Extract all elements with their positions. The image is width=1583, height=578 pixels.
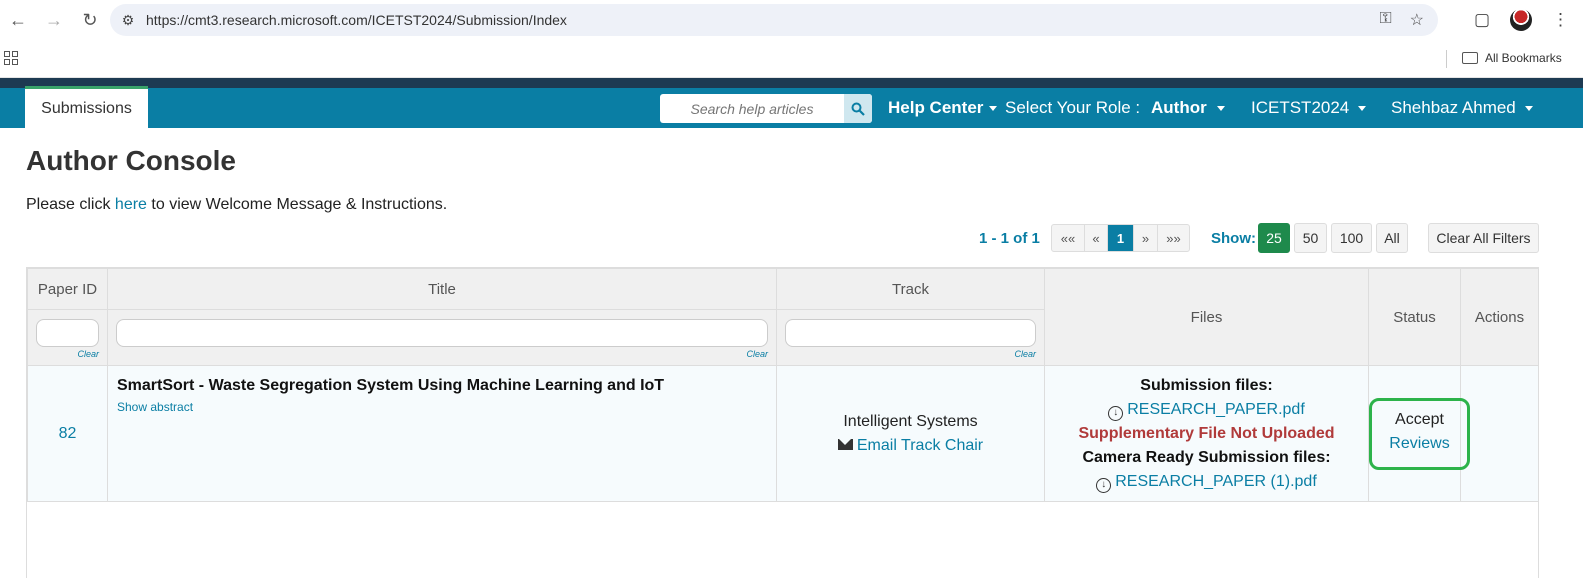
- header-actions: Actions: [1460, 268, 1539, 366]
- password-key-icon[interactable]: ⚿: [1379, 10, 1391, 30]
- user-name: Shehbaz Ahmed: [1391, 98, 1516, 117]
- header-paper-id[interactable]: Paper ID: [27, 268, 108, 310]
- status-highlight: Accept Reviews: [1369, 397, 1470, 470]
- files-cell: Submission files: ↓ RESEARCH_PAPER.pdf Su…: [1044, 365, 1369, 502]
- all-bookmarks-label: All Bookmarks: [1485, 51, 1562, 65]
- folder-icon: [1462, 52, 1478, 64]
- extensions-icon[interactable]: ▢: [1474, 10, 1490, 30]
- submission-file[interactable]: ↓ RESEARCH_PAPER.pdf: [1045, 398, 1368, 422]
- back-arrow-icon[interactable]: ←: [0, 0, 36, 40]
- status-value: Accept: [1395, 410, 1444, 428]
- menu-dots-icon[interactable]: ⋮: [1552, 10, 1569, 30]
- filter-track: Clear: [776, 309, 1045, 366]
- header-strip: [0, 78, 1583, 88]
- bookmark-star-icon[interactable]: ☆: [1410, 10, 1424, 30]
- reload-icon[interactable]: ↻: [72, 0, 108, 40]
- page-size-all[interactable]: All: [1376, 223, 1408, 253]
- role-dropdown[interactable]: Author: [1151, 88, 1225, 128]
- pagination: «« « 1 » »»: [1051, 224, 1190, 252]
- help-center-menu[interactable]: Help Center: [888, 88, 998, 128]
- paper-id-cell: 82: [27, 365, 108, 502]
- chevron-down-icon: [1358, 105, 1367, 111]
- bookmark-separator: [1446, 50, 1447, 68]
- download-icon: ↓: [1108, 405, 1124, 421]
- welcome-link[interactable]: here: [115, 196, 147, 213]
- chevron-down-icon: [1216, 105, 1225, 111]
- submissions-table: Paper ID Title Track Files Status Action…: [26, 267, 1539, 578]
- search-button[interactable]: [844, 94, 872, 123]
- bookmarks-bar: All Bookmarks: [0, 40, 1583, 78]
- conference-dropdown[interactable]: ICETST2024: [1251, 88, 1367, 128]
- first-page-button[interactable]: ««: [1052, 225, 1085, 251]
- role-value: Author: [1151, 98, 1207, 117]
- page-size-25[interactable]: 25: [1258, 223, 1290, 253]
- help-search: [660, 94, 872, 123]
- paper-id-filter-input[interactable]: [36, 319, 99, 347]
- camera-ready-file[interactable]: ↓ RESEARCH_PAPER (1).pdf: [1045, 470, 1368, 494]
- user-menu[interactable]: Shehbaz Ahmed: [1391, 88, 1533, 128]
- status-cell: Accept Reviews: [1368, 365, 1470, 502]
- all-bookmarks-button[interactable]: All Bookmarks: [1462, 51, 1562, 65]
- filter-title: Clear: [107, 309, 777, 366]
- result-count: 1 - 1 of 1: [979, 230, 1040, 247]
- tab-submissions[interactable]: Submissions: [25, 86, 148, 128]
- clear-paper-id-filter[interactable]: Clear: [77, 349, 99, 359]
- profile-avatar[interactable]: [1510, 9, 1532, 31]
- page-1-button[interactable]: 1: [1108, 225, 1134, 251]
- track-filter-input[interactable]: [785, 319, 1036, 347]
- reviews-link[interactable]: Reviews: [1372, 432, 1467, 456]
- address-bar[interactable]: ⚙ https://cmt3.research.microsoft.com/IC…: [110, 4, 1438, 36]
- page-size-100[interactable]: 100: [1331, 223, 1372, 253]
- camera-ready-file-link[interactable]: RESEARCH_PAPER (1).pdf: [1115, 473, 1317, 490]
- title-filter-input[interactable]: [116, 319, 768, 347]
- site-info-icon[interactable]: ⚙: [110, 12, 146, 29]
- forward-arrow-icon[interactable]: →: [36, 0, 72, 40]
- submission-files-label: Submission files:: [1140, 376, 1273, 394]
- email-track-chair[interactable]: Email Track Chair: [777, 434, 1044, 458]
- page-title: Author Console: [26, 145, 236, 176]
- header-title[interactable]: Title: [107, 268, 777, 310]
- search-input[interactable]: [660, 94, 844, 123]
- show-abstract-link[interactable]: Show abstract: [117, 400, 767, 414]
- pagination-row: 1 - 1 of 1 «« « 1 » »» Show: 25 50 100 A…: [0, 223, 1583, 253]
- actions-cell: [1460, 365, 1539, 502]
- clear-all-filters-button[interactable]: Clear All Filters: [1428, 223, 1539, 253]
- browser-toolbar: ← → ↻ ⚙ https://cmt3.research.microsoft.…: [0, 0, 1583, 40]
- clear-track-filter[interactable]: Clear: [1014, 349, 1036, 359]
- role-label: Select Your Role :: [1005, 98, 1141, 117]
- camera-ready-label: Camera Ready Submission files:: [1082, 448, 1331, 466]
- track-name: Intelligent Systems: [843, 412, 978, 430]
- help-center-label: Help Center: [888, 98, 984, 117]
- url-text[interactable]: https://cmt3.research.microsoft.com/ICET…: [146, 12, 567, 28]
- last-page-button[interactable]: »»: [1158, 225, 1189, 251]
- search-icon: [851, 102, 865, 116]
- page-size-50[interactable]: 50: [1294, 223, 1327, 253]
- conference-name: ICETST2024: [1251, 98, 1350, 117]
- apps-grid-icon[interactable]: [4, 51, 18, 65]
- chevron-down-icon: [1524, 105, 1533, 111]
- email-track-chair-link[interactable]: Email Track Chair: [857, 437, 983, 454]
- envelope-icon: [837, 438, 853, 450]
- welcome-prefix: Please click: [26, 196, 115, 213]
- show-label: Show:: [1211, 230, 1256, 247]
- welcome-suffix: to view Welcome Message & Instructions.: [146, 196, 448, 213]
- header-status[interactable]: Status: [1368, 268, 1461, 366]
- header-track[interactable]: Track: [776, 268, 1045, 310]
- welcome-message: Please click here to view Welcome Messag…: [26, 196, 447, 214]
- title-cell: SmartSort - Waste Segregation System Usi…: [107, 365, 777, 502]
- filter-paper-id: Clear: [27, 309, 108, 366]
- paper-title: SmartSort - Waste Segregation System Usi…: [117, 377, 665, 394]
- app-navbar: Submissions Help Center Select Your Role…: [0, 86, 1583, 128]
- supplementary-notice: Supplementary File Not Uploaded: [1078, 424, 1335, 442]
- next-page-button[interactable]: »: [1134, 225, 1158, 251]
- chevron-down-icon: [989, 105, 998, 111]
- submission-file-link[interactable]: RESEARCH_PAPER.pdf: [1127, 401, 1305, 418]
- track-cell: Intelligent Systems Email Track Chair: [776, 365, 1045, 502]
- prev-page-button[interactable]: «: [1085, 225, 1108, 251]
- table-row: 82 SmartSort - Waste Segregation System …: [27, 365, 1539, 502]
- clear-title-filter[interactable]: Clear: [746, 349, 768, 359]
- header-files: Files: [1044, 268, 1369, 366]
- download-icon: ↓: [1096, 477, 1112, 493]
